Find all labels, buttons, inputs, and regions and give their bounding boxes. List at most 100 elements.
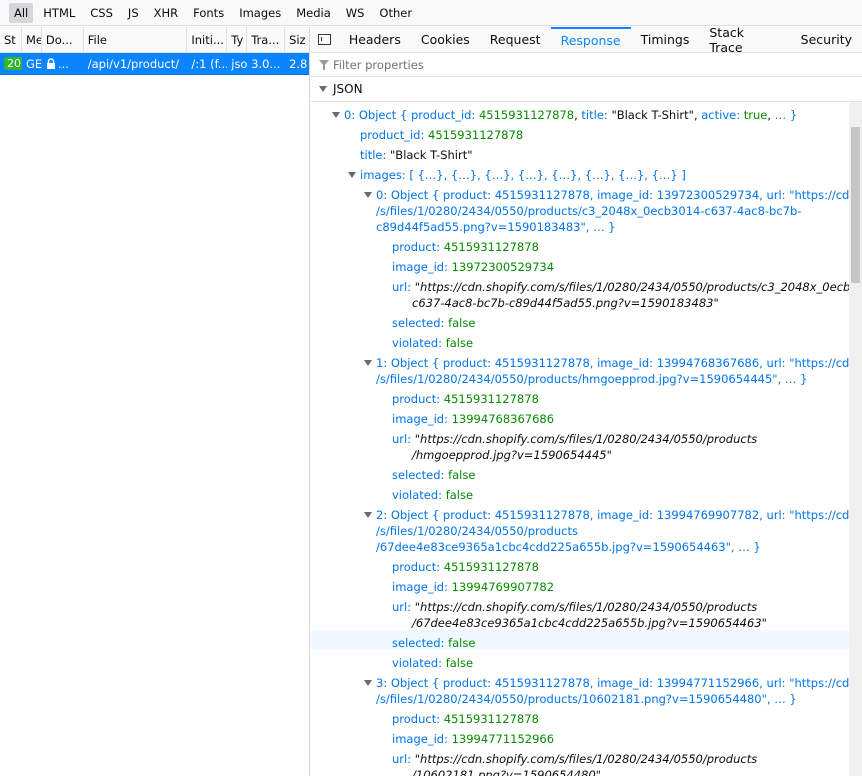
column-file[interactable]: File — [84, 27, 188, 52]
property-value: 13994769907782 — [451, 580, 555, 594]
property-value: 4515931127878 — [428, 128, 524, 142]
property-value-cont: /10602181.png?v=1590654480" — [412, 768, 601, 776]
property-value-cont: c637-4ac8-bc7b-c89d44f5ad55.png?v=159018… — [412, 296, 719, 310]
method-cell: GE — [25, 56, 42, 71]
property-key: violated: — [392, 656, 443, 670]
object-preview: 2: Object { product: 4515931127878, imag… — [376, 508, 849, 522]
property-key: selected: — [392, 468, 445, 482]
column-initiator[interactable]: Initi... — [187, 27, 228, 52]
tab-cookies[interactable]: Cookies — [411, 27, 480, 53]
column-status[interactable]: St — [0, 27, 22, 52]
property-key: product: — [392, 560, 441, 574]
column-transferred[interactable]: Tra... — [247, 27, 286, 52]
request-list: St Me Do... File Initi... Ty Tra... Siz … — [0, 27, 310, 776]
tree-row-url[interactable]: url: "https://cdn.shopify.com/s/files/1/… — [311, 426, 849, 462]
object-preview-cont: /s/files/1/0280/2434/0550/products/10602… — [376, 692, 797, 706]
tree-row-url[interactable]: url: "https://cdn.shopify.com/s/files/1/… — [311, 746, 849, 776]
transferred-cell: 3.0... — [251, 56, 281, 71]
tree-row-image-3[interactable]: 3: Object { product: 4515931127878, imag… — [311, 670, 849, 706]
file-cell: /api/v1/product/ — [87, 56, 180, 71]
property-key: image_id: — [392, 260, 448, 274]
property-value: 13994768367686 — [451, 412, 555, 426]
tab-security[interactable]: Security — [791, 27, 862, 53]
property-key: image_id: — [392, 732, 448, 746]
root-key: 0: — [344, 108, 356, 122]
property-key: image_id: — [392, 412, 448, 426]
scrollbar-thumb[interactable] — [851, 127, 860, 283]
json-tree: 0: Object { product_id: 4515931127878, t… — [311, 102, 849, 776]
property-value: 4515931127878 — [443, 240, 539, 254]
property-key: product_id: — [360, 128, 425, 142]
property-value: false — [445, 656, 474, 670]
property-key: image_id: — [392, 580, 448, 594]
property-value: "https://cdn.shopify.com/s/files/1/0280/… — [414, 432, 758, 446]
tab-headers[interactable]: Headers — [339, 27, 411, 53]
object-preview: 0: Object { product: 4515931127878, imag… — [376, 188, 849, 202]
filter-media[interactable]: Media — [291, 3, 336, 23]
preview-value: 4515931127878 — [478, 108, 575, 122]
toggle-panel-button[interactable] — [311, 27, 339, 53]
tree-row-url[interactable]: url: "https://cdn.shopify.com/s/files/1/… — [311, 594, 849, 630]
property-value: 4515931127878 — [443, 712, 539, 726]
tree-row-selected[interactable]: selected: false — [311, 630, 849, 650]
property-key: product: — [392, 240, 441, 254]
property-value-cont: /67dee4e83ce9365a1cbc4cdd225a655b.jpg?v=… — [412, 616, 767, 630]
property-key: title: — [360, 148, 387, 162]
vertical-scrollbar[interactable] — [849, 102, 862, 776]
expand-arrow-icon — [364, 192, 372, 198]
tab-response[interactable]: Response — [550, 26, 631, 53]
tab-timings[interactable]: Timings — [631, 27, 700, 53]
expand-arrow-icon — [348, 172, 356, 178]
preview-key: title: — [581, 108, 608, 122]
column-type[interactable]: Ty — [227, 27, 248, 52]
filter-xhr[interactable]: XHR — [149, 3, 184, 23]
property-value: "https://cdn.shopify.com/s/files/1/0280/… — [414, 752, 758, 766]
object-preview-cont: /s/files/1/0280/2434/0550/products/c3_20… — [376, 204, 802, 218]
property-value: "https://cdn.shopify.com/s/files/1/0280/… — [414, 600, 758, 614]
preview-key: active: — [701, 108, 741, 122]
domain-cell: ... — [42, 53, 84, 74]
object-preview-cont: /67dee4e83ce9365a1cbc4cdd225a655b.jpg?v=… — [376, 540, 761, 554]
preview-key: product_id: — [410, 108, 476, 122]
object-preview-cont: c89d44f5ad55.png?v=1590183483", … } — [376, 220, 616, 234]
property-value-cont: /hmgoepprod.jpg?v=1590654445" — [412, 448, 612, 462]
property-value: false — [448, 636, 476, 650]
filter-css[interactable]: CSS — [85, 3, 118, 23]
property-value: false — [448, 316, 476, 330]
type-cell: jso — [231, 56, 248, 71]
filter-html[interactable]: HTML — [38, 3, 80, 23]
status-badge: 20 — [4, 57, 22, 70]
filter-all[interactable]: All — [9, 2, 34, 23]
tree-row-image-1[interactable]: 1: Object { product: 4515931127878, imag… — [311, 350, 849, 386]
json-section-header[interactable]: JSON — [311, 77, 862, 102]
property-key: url: — [392, 280, 412, 294]
expand-arrow-icon — [364, 680, 372, 686]
expand-arrow-icon — [364, 360, 372, 366]
tree-row-image-2[interactable]: 2: Object { product: 4515931127878, imag… — [311, 502, 849, 554]
property-key: selected: — [392, 636, 445, 650]
request-type-filter-bar: All HTML CSS JS XHR Fonts Images Media W… — [0, 0, 862, 26]
tree-row-url[interactable]: url: "https://cdn.shopify.com/s/files/1/… — [311, 274, 849, 310]
lock-icon — [46, 58, 55, 69]
property-key: url: — [392, 600, 412, 614]
filter-images[interactable]: Images — [234, 3, 286, 23]
size-cell: 2.8 — [289, 56, 308, 71]
filter-properties-input[interactable]: Filter properties — [311, 53, 862, 77]
tree-row-image-0[interactable]: 0: Object { product: 4515931127878, imag… — [311, 182, 849, 234]
column-method[interactable]: Me — [22, 27, 42, 52]
property-value: false — [445, 336, 474, 350]
details-tab-bar: Headers Cookies Request Response Timings… — [311, 25, 862, 55]
property-key: selected: — [392, 316, 445, 330]
tab-request[interactable]: Request — [480, 27, 551, 53]
request-row[interactable]: 20 GE ... /api/v1/product/ /:1 (f... jso… — [0, 53, 309, 75]
filter-fonts[interactable]: Fonts — [188, 3, 229, 23]
tab-stack-trace[interactable]: Stack Trace — [699, 25, 790, 55]
object-preview: 1: Object { product: 4515931127878, imag… — [376, 356, 849, 370]
column-domain[interactable]: Do... — [42, 27, 84, 52]
filter-other[interactable]: Other — [374, 3, 417, 23]
filter-js[interactable]: JS — [123, 3, 144, 23]
filter-ws[interactable]: WS — [341, 3, 370, 23]
preview-ellipsis: … } — [774, 108, 798, 122]
column-size[interactable]: Siz — [285, 27, 309, 52]
property-key: images: — [360, 168, 406, 182]
